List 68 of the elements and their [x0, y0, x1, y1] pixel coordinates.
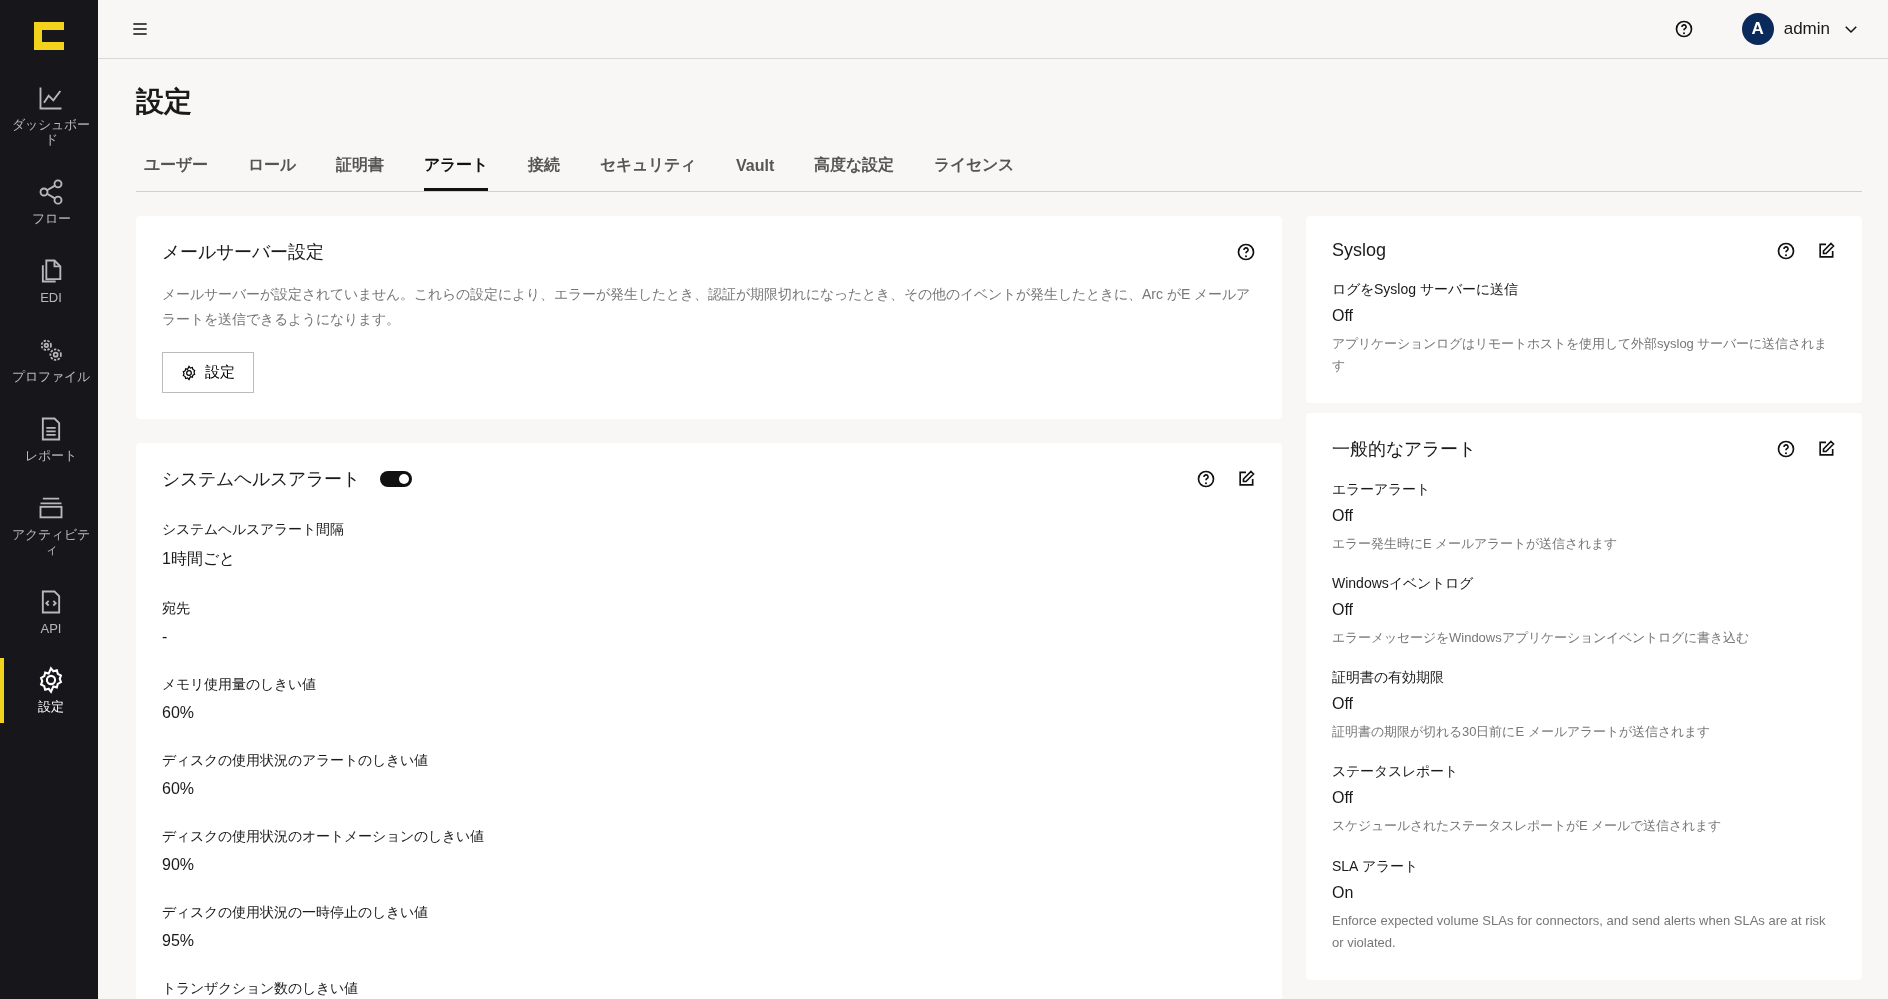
edit-icon[interactable]: [1816, 240, 1836, 261]
field-label: SLA アラート: [1332, 857, 1419, 876]
field-value: 90%: [162, 856, 196, 875]
settings-button[interactable]: 設定: [162, 352, 254, 394]
share-icon: [37, 177, 65, 206]
tab[interactable]: 証明書: [336, 147, 384, 191]
help-icon[interactable]: [1776, 240, 1796, 261]
tab[interactable]: ライセンス: [934, 147, 1015, 191]
sidebar-item[interactable]: レポート: [0, 406, 98, 472]
sidebar-item[interactable]: EDI: [0, 248, 98, 314]
field-description: エラー発生時にE メールアラートが送信されます: [1332, 535, 1619, 554]
help-icon[interactable]: [1236, 242, 1256, 262]
field-value: On: [1332, 883, 1355, 902]
field-label: 宛先: [162, 600, 191, 619]
field-value: Off: [1332, 507, 1355, 526]
sidebar-item[interactable]: アクティビティ: [0, 485, 98, 566]
help-icon[interactable]: [1196, 469, 1216, 490]
field-value: 1時間ごと: [162, 549, 236, 570]
card-description: メールサーバーが設定されていません。これらの設定により、エラーが発生したとき、認証が期限切れになったとき、その他のイベントが発生したときに、Arc がE メールアラートを送信できるようになります。: [162, 285, 1252, 330]
settings-icon: [37, 666, 65, 695]
settings-icon: [181, 364, 197, 381]
card-title: メールサーバー設定: [162, 241, 324, 264]
field-label: トランザクション数のしきい値: [162, 980, 359, 999]
sidebar-item[interactable]: プロファイル: [0, 327, 98, 393]
field-label: ディスクの使用状況のオートメーションのしきい値: [162, 828, 485, 847]
tab[interactable]: アラート: [424, 147, 488, 191]
field-label: Windowsイベントログ: [1332, 575, 1474, 594]
field-description: Enforce expected volume SLAs for connectors, and send alerts when SLAs are at risk or violated.: [1332, 911, 1827, 952]
card-title: 一般的なアラート: [1332, 438, 1476, 462]
field-description: 証明書の期限が切れる30日前にE メールアラートが送信されます: [1332, 723, 1711, 742]
sidebar-item[interactable]: ダッシュボード: [0, 76, 98, 156]
field-description: アプリケーションログはリモートホストを使用して外部syslog サーバーに送信されます: [1332, 335, 1829, 376]
field-label: メモリ使用量のしきい値: [162, 676, 317, 695]
field-value: Off: [1332, 789, 1355, 808]
card-title: Syslog: [1332, 240, 1387, 261]
field-label: エラーアラート: [1332, 481, 1431, 500]
field-description: スケジュールされたステータスレポートがE メールで送信されます: [1332, 817, 1723, 836]
help-icon[interactable]: [1776, 439, 1796, 460]
tab[interactable]: Vault: [736, 147, 775, 191]
sidebar-item[interactable]: 設定: [0, 658, 98, 724]
logo-icon[interactable]: [34, 22, 64, 50]
tab[interactable]: セキュリティ: [600, 147, 696, 191]
toggle-switch[interactable]: [380, 471, 412, 488]
field-label: ステータスレポート: [1332, 763, 1459, 782]
tab[interactable]: 高度な設定: [814, 147, 895, 191]
field-label: ディスクの使用状況の一時停止のしきい値: [162, 904, 429, 923]
field-value: 60%: [162, 780, 196, 799]
field-value: Off: [1332, 601, 1355, 620]
field-value: 95%: [162, 932, 196, 951]
field-value: Off: [1332, 307, 1355, 325]
sidebar-item[interactable]: フロー: [0, 169, 98, 235]
sidebar-item[interactable]: API: [0, 579, 98, 645]
field-label: ディスクの使用状況のアラートのしきい値: [162, 752, 429, 771]
user-name[interactable]: admin: [1783, 19, 1830, 39]
field-value: Off: [1332, 695, 1355, 714]
field-description: エラーメッセージをWindowsアプリケーションイベントログに書き込む: [1332, 629, 1750, 648]
help-icon[interactable]: [1673, 19, 1694, 39]
field-label: 証明書の有効期限: [1332, 669, 1445, 688]
field-label: ログをSyslog サーバーに送信: [1332, 281, 1519, 299]
field-value: -: [162, 628, 169, 647]
user-avatar[interactable]: A: [1741, 13, 1774, 45]
tab[interactable]: 接続: [528, 147, 560, 191]
field-value: 60%: [162, 704, 196, 723]
page-title: 設定: [136, 85, 193, 119]
tab[interactable]: ユーザー: [144, 147, 208, 191]
field-label: システムヘルスアラート間隔: [162, 521, 345, 540]
card-title: システムヘルスアラート: [162, 468, 360, 492]
tab[interactable]: ロール: [248, 147, 296, 191]
